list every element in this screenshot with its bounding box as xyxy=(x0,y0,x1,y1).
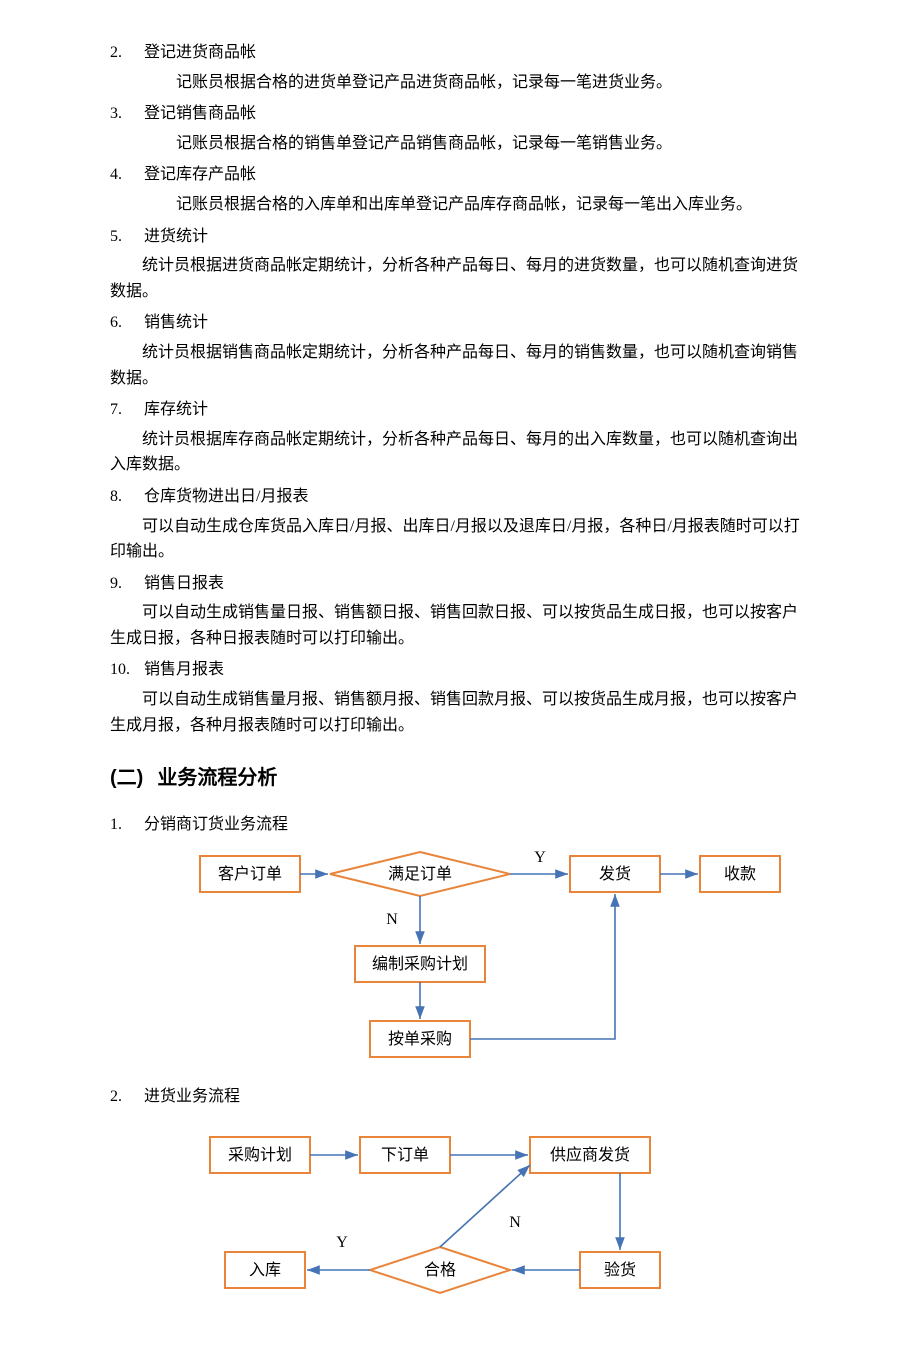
node-label: 按单采购 xyxy=(388,1030,452,1048)
item-description: 记账员根据合格的进货单登记产品进货商品帐，记录每一笔进货业务。 xyxy=(144,70,810,96)
item-title-text: 进货统计 xyxy=(144,228,208,245)
flow-number: 2. xyxy=(110,1084,144,1110)
item-title-text: 库存统计 xyxy=(144,401,208,418)
edge-label-yes: Y xyxy=(534,849,546,866)
item-description: 记账员根据合格的入库单和出库单登记产品库存商品帐，记录每一笔出入库业务。 xyxy=(144,192,810,218)
item-title-text: 登记销售商品帐 xyxy=(144,105,256,122)
node-label: 入库 xyxy=(249,1261,281,1279)
section-heading: (二) 业务流程分析 xyxy=(110,762,810,794)
flowchart-order: 客户订单 满足订单 发货 收款 编制采购计划 按单采购 Y N xyxy=(130,846,790,1066)
item-number: 5. xyxy=(110,224,144,250)
node-label: 收款 xyxy=(724,865,756,883)
list-item: 8.仓库货物进出日/月报表 可以自动生成仓库货品入库日/月报、出库日/月报以及退… xyxy=(110,484,810,565)
edge-label-yes: Y xyxy=(336,1234,348,1251)
item-title-text: 登记进货商品帐 xyxy=(144,44,256,61)
item-title-text: 登记库存产品帐 xyxy=(144,166,256,183)
node-label: 发货 xyxy=(599,865,631,883)
node-label: 合格 xyxy=(424,1261,456,1279)
item-description: 记账员根据合格的销售单登记产品销售商品帐，记录每一笔销售业务。 xyxy=(144,131,810,157)
item-description: 可以自动生成销售量月报、销售额月报、销售回款月报、可以按货品生成月报，也可以按客… xyxy=(110,687,810,738)
flow-number: 1. xyxy=(110,812,144,838)
list-item: 7.库存统计 统计员根据库存商品帐定期统计，分析各种产品每日、每月的出入库数量，… xyxy=(110,397,810,478)
item-number: 7. xyxy=(110,397,144,423)
edge-no xyxy=(440,1165,530,1247)
list-item: 3.登记销售商品帐 记账员根据合格的销售单登记产品销售商品帐，记录每一笔销售业务… xyxy=(110,101,810,156)
item-number: 3. xyxy=(110,101,144,127)
section-title: 业务流程分析 xyxy=(157,767,277,789)
flow-heading: 1.分销商订货业务流程 xyxy=(110,812,810,838)
item-description: 统计员根据库存商品帐定期统计，分析各种产品每日、每月的出入库数量，也可以随机查询… xyxy=(110,427,810,478)
item-title-text: 销售月报表 xyxy=(144,661,224,678)
list-item: 4.登记库存产品帐 记账员根据合格的入库单和出库单登记产品库存商品帐，记录每一笔… xyxy=(110,162,810,217)
flow-title: 进货业务流程 xyxy=(144,1088,240,1105)
edge-label-no: N xyxy=(509,1214,521,1231)
node-label: 下订单 xyxy=(381,1146,429,1164)
node-label: 客户订单 xyxy=(218,865,282,883)
list-item: 9.销售日报表 可以自动生成销售量日报、销售额日报、销售回款日报、可以按货品生成… xyxy=(110,571,810,652)
node-label: 编制采购计划 xyxy=(372,955,468,973)
item-number: 8. xyxy=(110,484,144,510)
flow-heading: 2.进货业务流程 xyxy=(110,1084,810,1110)
node-label: 满足订单 xyxy=(388,865,452,883)
list-item: 6.销售统计 统计员根据销售商品帐定期统计，分析各种产品每日、每月的销售数量，也… xyxy=(110,310,810,391)
edge-label-no: N xyxy=(386,911,398,928)
edge xyxy=(470,894,615,1039)
item-number: 9. xyxy=(110,571,144,597)
flow-title: 分销商订货业务流程 xyxy=(144,816,288,833)
item-description: 可以自动生成仓库货品入库日/月报、出库日/月报以及退库日/月报，各种日/月报表随… xyxy=(110,514,810,565)
node-label: 供应商发货 xyxy=(550,1145,630,1164)
node-label: 采购计划 xyxy=(228,1146,292,1164)
list-item: 2.登记进货商品帐 记账员根据合格的进货单登记产品进货商品帐，记录每一笔进货业务… xyxy=(110,40,810,95)
list-item: 10.销售月报表 可以自动生成销售量月报、销售额月报、销售回款月报、可以按货品生… xyxy=(110,657,810,738)
item-number: 2. xyxy=(110,40,144,66)
list-item: 5.进货统计 统计员根据进货商品帐定期统计，分析各种产品每日、每月的进货数量，也… xyxy=(110,224,810,305)
item-title-text: 销售统计 xyxy=(144,314,208,331)
item-title-text: 销售日报表 xyxy=(144,575,224,592)
item-description: 可以自动生成销售量日报、销售额日报、销售回款日报、可以按货品生成日报，也可以按客… xyxy=(110,600,810,651)
item-description: 统计员根据销售商品帐定期统计，分析各种产品每日、每月的销售数量，也可以随机查询销… xyxy=(110,340,810,391)
section-number: (二) xyxy=(110,767,143,789)
item-description: 统计员根据进货商品帐定期统计，分析各种产品每日、每月的进货数量，也可以随机查询进… xyxy=(110,253,810,304)
item-number: 10. xyxy=(110,657,144,683)
numbered-list: 2.登记进货商品帐 记账员根据合格的进货单登记产品进货商品帐，记录每一笔进货业务… xyxy=(110,40,810,738)
flowchart-inbound: 采购计划 下订单 供应商发货 验货 合格 入库 Y N xyxy=(130,1117,790,1307)
node-label: 验货 xyxy=(604,1261,636,1279)
item-number: 6. xyxy=(110,310,144,336)
item-title-text: 仓库货物进出日/月报表 xyxy=(144,488,308,505)
item-number: 4. xyxy=(110,162,144,188)
